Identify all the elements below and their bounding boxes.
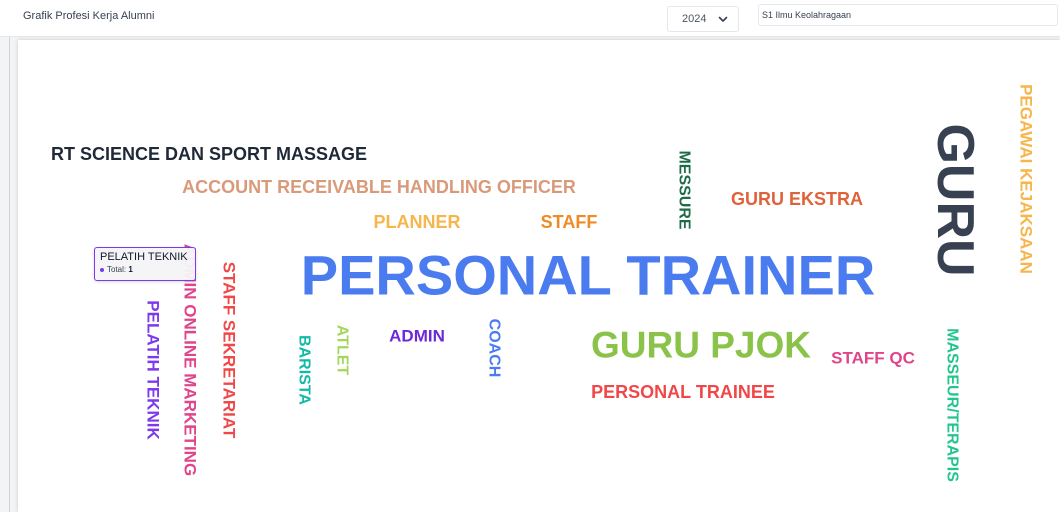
word-guru[interactable]: GURU <box>926 123 984 276</box>
word-messure[interactable]: MESSURE <box>676 150 693 229</box>
word-masseur-terapis[interactable]: MASSEUR/TERAPIS <box>944 328 961 482</box>
word-pegawai-kejaksaan[interactable]: PEGAWAI KEJAKSAAN <box>1017 84 1036 274</box>
word-guru-ekstra[interactable]: GURU EKSTRA <box>731 189 863 209</box>
word-tooltip: PELATIH TEKNIK Total: 1 <box>94 247 196 281</box>
word-guru-pjok[interactable]: GURU PJOK <box>591 325 811 366</box>
year-select[interactable]: 2024 <box>667 6 739 32</box>
year-select-value: 2024 <box>682 13 707 25</box>
word-staff-sekretariat[interactable]: STAFF SEKRETARIAT <box>220 262 239 439</box>
header-bar: Grafik Profesi Kerja Alumni 2024 <box>0 0 1060 37</box>
tooltip-total-row: Total: 1 <box>100 264 190 276</box>
word-barista[interactable]: BARISTA <box>296 335 313 405</box>
program-field[interactable] <box>758 4 1058 26</box>
word-personal-trainer[interactable]: PERSONAL TRAINER <box>301 244 876 307</box>
word-coach[interactable]: COACH <box>486 319 503 378</box>
word-personal-trainee[interactable]: PERSONAL TRAINEE <box>591 382 775 402</box>
word-account-receivable-handling-officer[interactable]: ACCOUNT RECEIVABLE HANDLING OFFICER <box>182 177 576 197</box>
word-staff[interactable]: STAFF <box>541 212 598 232</box>
page-title: Grafik Profesi Kerja Alumni <box>23 10 155 22</box>
series-dot-icon <box>100 267 104 272</box>
word-atlet[interactable]: ATLET <box>334 325 351 376</box>
chevron-down-icon <box>718 16 728 22</box>
tooltip-total-label: Total <box>107 265 124 274</box>
word-pelatih-teknik[interactable]: PELATIH TEKNIK <box>144 300 163 440</box>
word-staff-qc[interactable]: STAFF QC <box>831 349 915 368</box>
word-rt-science-dan-sport-massage[interactable]: RT SCIENCE DAN SPORT MASSAGE <box>51 144 367 164</box>
tooltip-title: PELATIH TEKNIK <box>100 251 188 263</box>
word-planner[interactable]: PLANNER <box>373 212 460 232</box>
left-edge-divider <box>9 0 10 512</box>
word-admin[interactable]: ADMIN <box>389 327 445 346</box>
tooltip-total-value: 1 <box>128 265 133 274</box>
